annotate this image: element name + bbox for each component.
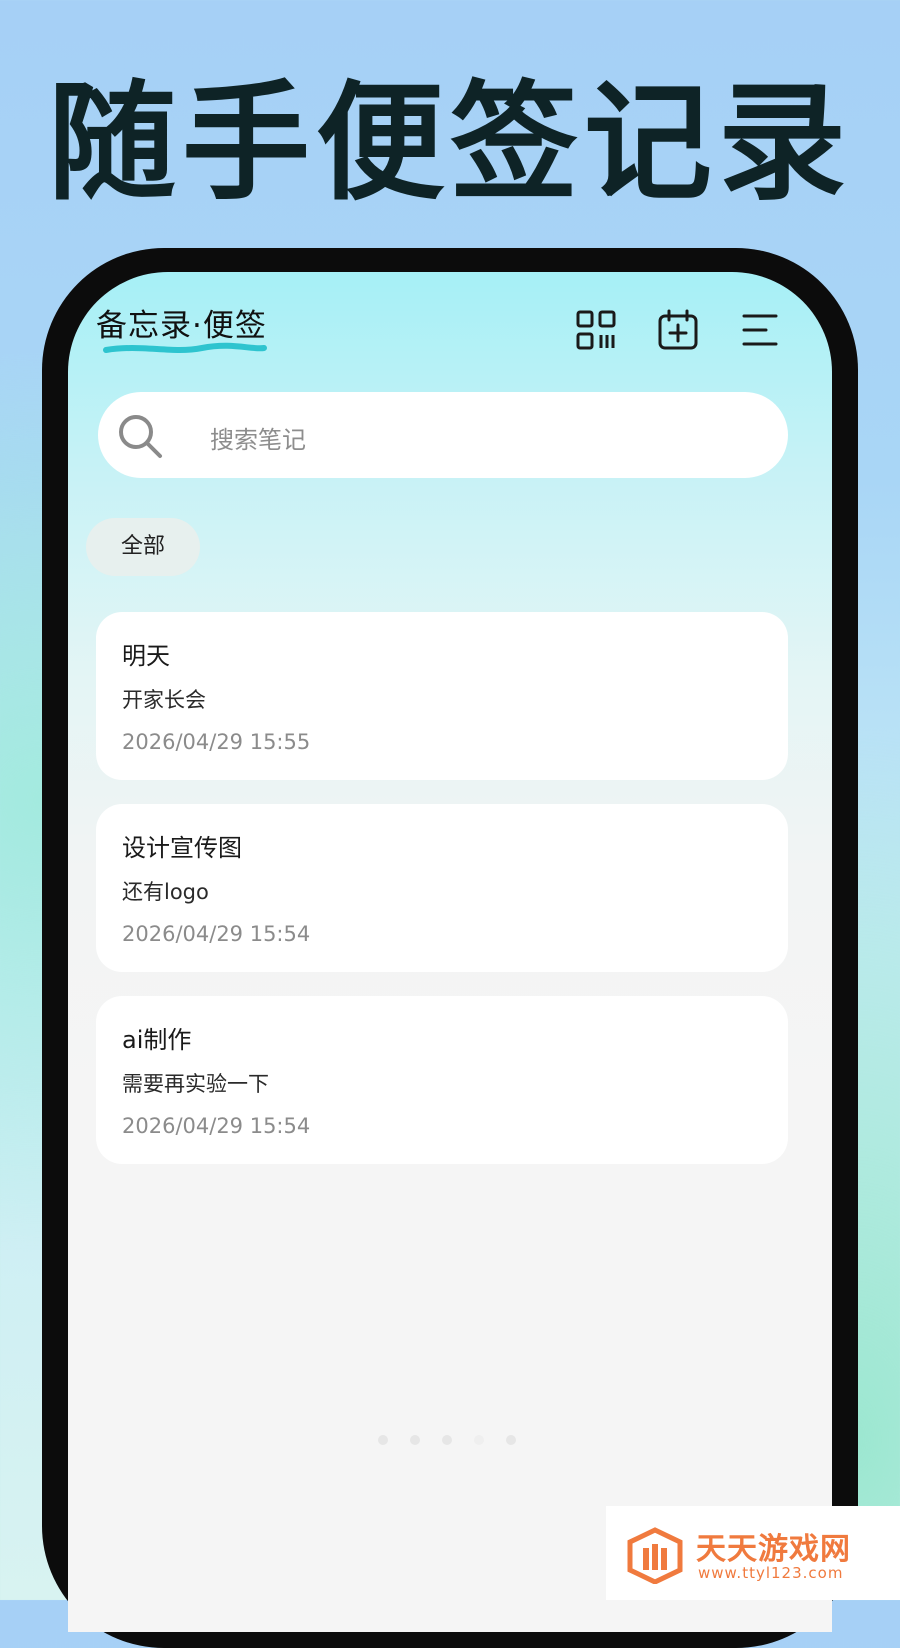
watermark-logo-icon — [627, 1527, 683, 1584]
note-card[interactable]: 明天 开家长会 2026/04/29 15:55 — [96, 612, 788, 780]
search-bar[interactable]: 搜索笔记 — [98, 392, 788, 478]
menu-icon[interactable] — [738, 308, 782, 352]
note-title: ai制作 — [122, 1026, 192, 1054]
note-body: 开家长会 — [122, 688, 206, 712]
calendar-add-icon[interactable] — [656, 308, 700, 352]
note-card[interactable]: ai制作 需要再实验一下 2026/04/29 15:54 — [96, 996, 788, 1164]
note-title: 设计宣传图 — [122, 834, 242, 862]
watermark-name: 天天游戏网 — [696, 1532, 851, 1567]
note-date: 2026/04/29 15:55 — [122, 730, 311, 754]
note-date: 2026/04/29 15:54 — [122, 922, 311, 946]
note-card[interactable]: 设计宣传图 还有logo 2026/04/29 15:54 — [96, 804, 788, 972]
grid-icon[interactable] — [574, 308, 618, 352]
promo-title: 随手便签记录 — [47, 69, 852, 218]
search-input[interactable]: 搜索笔记 — [210, 420, 306, 455]
note-date: 2026/04/29 15:54 — [122, 1114, 311, 1138]
note-body: 还有logo — [122, 880, 209, 904]
note-title: 明天 — [122, 642, 170, 670]
search-icon — [119, 415, 162, 458]
watermark: 天天游戏网 www.ttyl123.com — [606, 1506, 900, 1600]
app-screen: 备忘录·便签 搜索笔记 全部 明天 开家长会 2026/04/29 15:55 … — [68, 272, 832, 1632]
title-underline — [103, 342, 267, 353]
filter-chip-all[interactable]: 全部 — [86, 518, 200, 576]
watermark-url: www.ttyl123.com — [698, 1564, 844, 1582]
page-indicator — [378, 1430, 538, 1449]
app-title: 备忘录·便签 — [96, 308, 267, 344]
note-body: 需要再实验一下 — [122, 1072, 269, 1096]
